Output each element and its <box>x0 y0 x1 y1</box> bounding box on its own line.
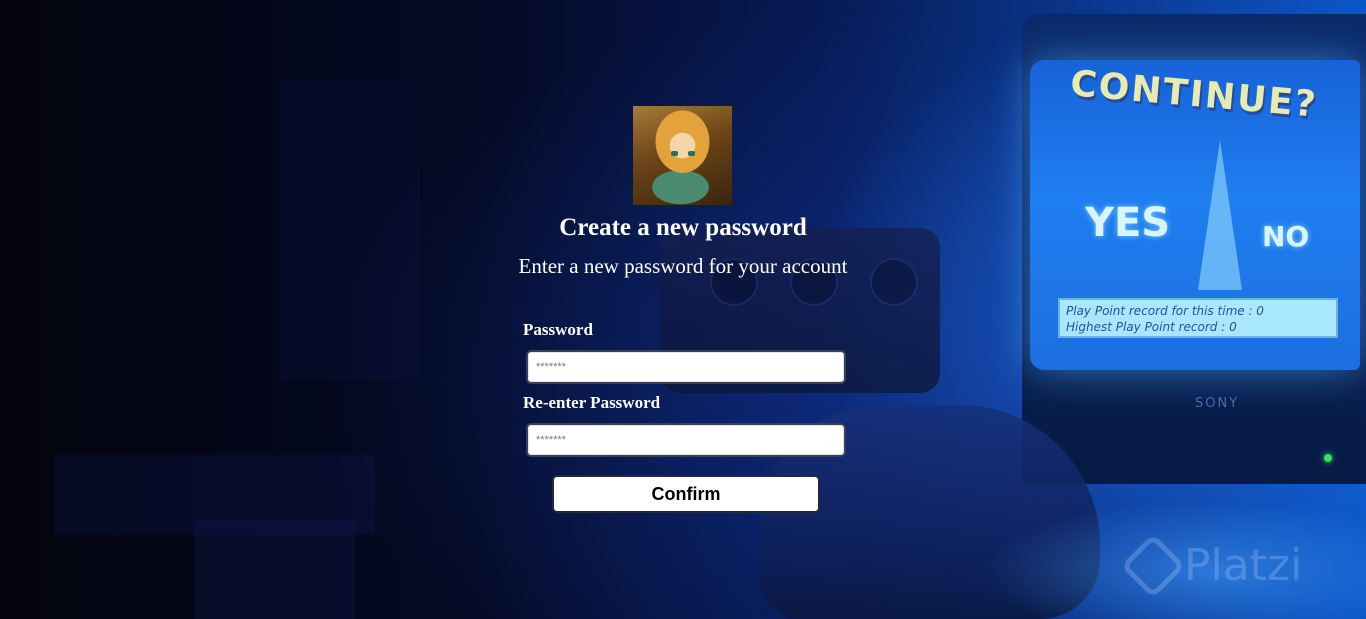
user-avatar <box>633 106 732 205</box>
password-input[interactable] <box>526 350 846 384</box>
reenter-password-input[interactable] <box>526 423 846 457</box>
avatar-eye <box>688 151 695 156</box>
tv-continue-text: CONTINUE? <box>1068 63 1320 126</box>
page-title: Create a new password <box>559 214 807 241</box>
tv-brand-label: SONY <box>1195 396 1240 411</box>
background-block <box>195 520 355 619</box>
tv-record-line: Highest Play Point record : 0 <box>1066 320 1237 334</box>
watermark-text: Platzi <box>1184 540 1303 591</box>
password-label: Password <box>523 320 593 339</box>
page-subtitle: Enter a new password for your account <box>518 254 848 278</box>
tv-record-line: Play Point record for this time : 0 <box>1066 304 1264 318</box>
tv-power-led <box>1324 454 1332 462</box>
platzi-watermark: Platzi <box>1120 532 1303 599</box>
platzi-logo-icon <box>1120 532 1186 599</box>
tv-record-panel: Play Point record for this time : 0 High… <box>1058 298 1338 338</box>
confirm-button[interactable]: Confirm <box>552 475 820 513</box>
avatar-eye <box>671 151 678 156</box>
reenter-password-label: Re-enter Password <box>523 393 661 412</box>
